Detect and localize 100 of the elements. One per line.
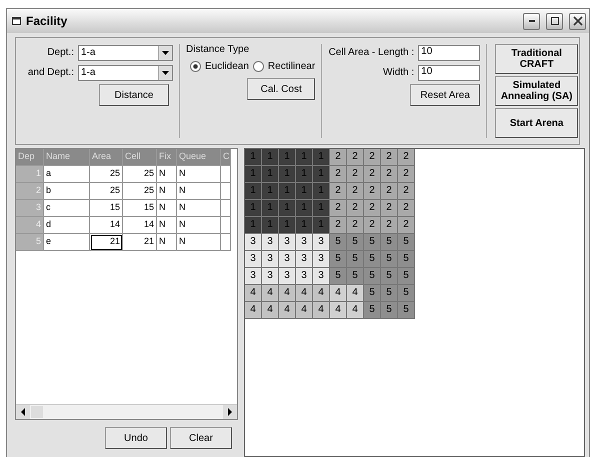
- layout-cell: 5: [381, 234, 398, 251]
- layout-cell: 2: [364, 217, 381, 234]
- layout-cell: 3: [313, 268, 330, 285]
- table-cell: 25: [123, 166, 157, 183]
- field-label: Cell Area - Length :: [328, 47, 414, 58]
- scroll-left-icon: [20, 408, 26, 416]
- layout-cell: 1: [245, 183, 262, 200]
- layout-cell: 3: [245, 234, 262, 251]
- layout-cell: 1: [313, 183, 330, 200]
- layout-cell: 1: [313, 200, 330, 217]
- dropdown[interactable]: 1-a: [78, 64, 173, 80]
- table-cell: d: [44, 217, 90, 234]
- text-field[interactable]: 10: [418, 64, 480, 80]
- table-cell: 25: [90, 166, 123, 183]
- clear-button[interactable]: Clear: [170, 427, 232, 449]
- layout-cell: 4: [296, 285, 313, 302]
- radio-option[interactable]: Euclidean: [190, 61, 249, 72]
- table-cell: N: [177, 217, 221, 234]
- layout-cell: 1: [262, 200, 279, 217]
- layout-cell: 2: [381, 200, 398, 217]
- layout-cell: 1: [279, 200, 296, 217]
- table-cell: N: [177, 183, 221, 200]
- close-button[interactable]: [569, 12, 586, 30]
- layout-cell: 2: [347, 149, 364, 166]
- layout-cell: 5: [381, 285, 398, 302]
- layout-cell: 1: [262, 183, 279, 200]
- layout-cell: 2: [364, 200, 381, 217]
- layout-cell: 5: [364, 268, 381, 285]
- calculate-cost-button[interactable]: Cal. Cost: [247, 78, 316, 100]
- layout-cell: 1: [279, 183, 296, 200]
- layout-cell: 2: [398, 217, 415, 234]
- layout-cell: 4: [245, 302, 262, 319]
- scroll-thumb[interactable]: [31, 406, 43, 418]
- table-cell: 21: [123, 234, 157, 251]
- action-button[interactable]: Simulated Annealing (SA): [495, 76, 578, 106]
- horizontal-scrollbar[interactable]: [16, 404, 237, 419]
- layout-cell: 4: [279, 285, 296, 302]
- layout-cell: 1: [245, 217, 262, 234]
- layout-cell: 4: [313, 285, 330, 302]
- layout-cell: 3: [262, 251, 279, 268]
- layout-cell: 2: [347, 217, 364, 234]
- layout-cell: 2: [330, 149, 347, 166]
- layout-cell: 5: [364, 234, 381, 251]
- layout-cell: 2: [381, 149, 398, 166]
- layout-cell: 3: [296, 251, 313, 268]
- distance-button[interactable]: Distance: [99, 84, 169, 106]
- layout-cell: 1: [313, 166, 330, 183]
- layout-cell: 1: [262, 166, 279, 183]
- action-button[interactable]: Start Arena: [495, 108, 578, 138]
- window-title: Facility: [26, 14, 68, 28]
- table-cell: b: [44, 183, 90, 200]
- layout-cell: 1: [296, 217, 313, 234]
- scroll-right-icon: [227, 408, 233, 416]
- table-cell: 25: [90, 183, 123, 200]
- layout-cell: 1: [262, 149, 279, 166]
- text-field[interactable]: 10: [418, 44, 480, 60]
- table-cell: N: [177, 166, 221, 183]
- close-icon: [572, 16, 582, 26]
- table-cell: 25: [123, 183, 157, 200]
- layout-cell: 2: [398, 166, 415, 183]
- layout-cell: 3: [262, 268, 279, 285]
- maximize-button[interactable]: [546, 12, 563, 30]
- layout-cell: 2: [398, 183, 415, 200]
- table-cell: 15: [90, 200, 123, 217]
- table-cell: N: [157, 166, 177, 183]
- layout-cell: 4: [330, 285, 347, 302]
- radio-option[interactable]: Rectilinear: [252, 61, 316, 72]
- layout-cell: 5: [398, 251, 415, 268]
- layout-cell: 1: [279, 217, 296, 234]
- minimize-icon: [528, 20, 534, 22]
- layout-cell: 1: [313, 217, 330, 234]
- layout-cell: 5: [381, 302, 398, 319]
- field-label: Dept.:: [46, 47, 74, 58]
- dropdown[interactable]: 1-a: [78, 44, 173, 60]
- undo-button[interactable]: Undo: [105, 427, 167, 449]
- layout-cell: 3: [279, 268, 296, 285]
- layout-cell: 3: [313, 251, 330, 268]
- layout-cell: 4: [347, 285, 364, 302]
- layout-cell: 1: [245, 149, 262, 166]
- layout-cell: 1: [279, 166, 296, 183]
- layout-cell: 4: [347, 302, 364, 319]
- action-button[interactable]: Traditional CRAFT: [495, 44, 578, 74]
- table-cell: N: [177, 234, 221, 251]
- layout-cell: 1: [296, 166, 313, 183]
- layout-cell: 3: [279, 251, 296, 268]
- layout-cell: 3: [313, 234, 330, 251]
- field-label: and Dept.:: [26, 67, 74, 78]
- layout-cell: 1: [296, 149, 313, 166]
- layout-cell: 5: [330, 268, 347, 285]
- reset-area-button[interactable]: Reset Area: [410, 84, 480, 106]
- layout-cell: 5: [398, 285, 415, 302]
- layout-cell: 1: [296, 183, 313, 200]
- layout-cell: 4: [279, 302, 296, 319]
- table-cell: N: [157, 183, 177, 200]
- layout-cell: 2: [330, 200, 347, 217]
- layout-cell: 5: [364, 302, 381, 319]
- window-icon: [12, 16, 22, 26]
- layout-cell: 2: [347, 200, 364, 217]
- minimize-button[interactable]: [523, 12, 540, 30]
- layout-cell: 5: [381, 268, 398, 285]
